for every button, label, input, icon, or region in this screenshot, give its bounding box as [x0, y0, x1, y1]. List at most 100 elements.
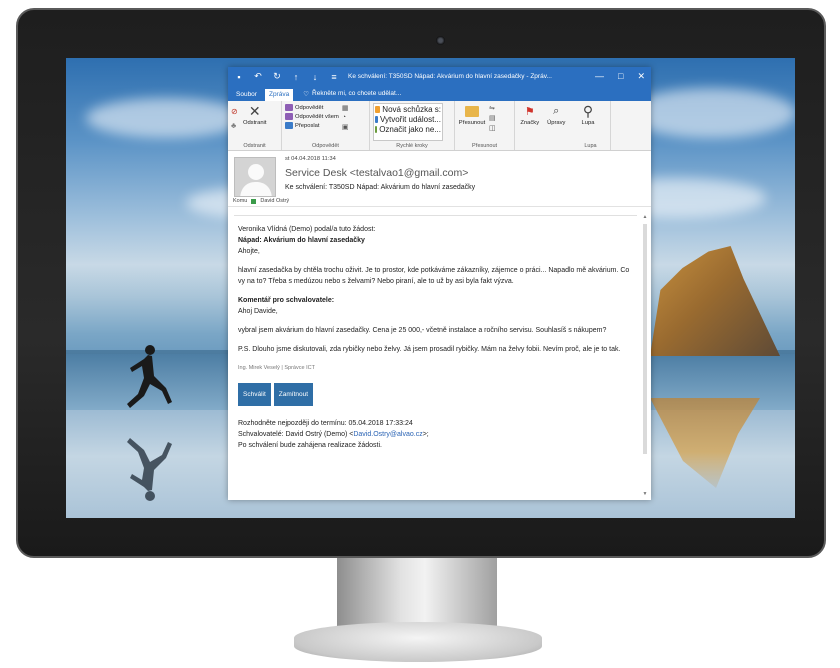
down-arrow-icon[interactable]: ↓: [310, 72, 320, 82]
lightbulb-icon: ♡: [303, 91, 310, 98]
sender-avatar: [234, 157, 276, 197]
tab-file[interactable]: Soubor: [232, 89, 261, 101]
meeting-icon[interactable]: ▦: [342, 104, 349, 112]
scroll-down-icon[interactable]: ▼: [641, 491, 649, 497]
scroll-up-icon[interactable]: ▲: [641, 214, 649, 220]
quick-step-mark[interactable]: Označit jako ne...: [375, 125, 441, 134]
ribbon-group-delete: ⊘ ♣ ✕ Odstranit Odstranit: [228, 101, 282, 150]
zoom-label: Lupa: [581, 120, 595, 126]
after-approval-note: Po schválení bude zahájena realizace žád…: [238, 442, 382, 449]
group-label-delete: Odstranit: [243, 143, 266, 149]
reply-button[interactable]: Odpovědět: [285, 104, 339, 111]
tags-label: Značky: [520, 120, 540, 126]
delete-button[interactable]: ✕ Odstranit: [241, 103, 269, 141]
comment-heading: Komentář pro schvalovatele:: [238, 297, 335, 304]
message-date: st 04.04.2018 11:34: [285, 156, 336, 162]
ignore-icon[interactable]: ⊘: [231, 107, 238, 116]
ribbon-group-zoom: ⚲ Lupa Lupa: [571, 101, 611, 150]
quick-step-label: Nová schůzka s:: [382, 105, 441, 114]
junk-icon[interactable]: ♣: [231, 121, 238, 130]
message-header: st 04.04.2018 11:34 Service Desk <testal…: [228, 151, 651, 207]
reply-all-button[interactable]: Odpovědět všem: [285, 113, 339, 120]
onenote-icon[interactable]: ▤: [489, 114, 496, 122]
forward-button[interactable]: Přeposlat: [285, 122, 339, 129]
up-arrow-icon[interactable]: ↑: [291, 72, 301, 82]
ribbon-group-respond: Odpovědět Odpovědět všem Přeposlat ▦ ◔ ▣…: [282, 101, 370, 150]
delete-icon: ✕: [248, 102, 261, 119]
scrollbar-thumb[interactable]: [643, 224, 647, 454]
to-label: Komu: [233, 198, 248, 204]
person-icon: [240, 164, 272, 196]
quick-step-new-meeting[interactable]: Nová schůzka s:: [375, 105, 441, 114]
forward-label: Přeposlat: [295, 122, 320, 129]
quick-step-label: Vytvořit událost...: [379, 115, 441, 124]
edit-label: Úpravy: [547, 120, 566, 126]
quick-steps-gallery: Nová schůzka s: Vytvořit událost... Ozna…: [373, 103, 443, 141]
webcam-icon: [436, 36, 445, 45]
maximize-button[interactable]: □: [618, 71, 623, 82]
recipient-name[interactable]: David Ostrý: [260, 198, 289, 204]
reply-icon: [285, 104, 293, 111]
customize-toolbar-icon[interactable]: ≡: [329, 72, 339, 82]
message-scrollbar[interactable]: ▲ ▼: [641, 214, 649, 497]
deadline: Rozhodněte nejpozději do termínu: 05.04.…: [238, 420, 413, 427]
undo-icon[interactable]: ↶: [253, 71, 263, 82]
message-sender[interactable]: Service Desk <testalvao1@gmail.com>: [285, 167, 468, 179]
ribbon-group-quick-steps: Nová schůzka s: Vytvořit událost... Ozna…: [370, 101, 455, 150]
find-icon: ⌕: [553, 104, 560, 117]
message-subject: Ke schválení: T350SD Nápad: Akvárium do …: [285, 184, 476, 191]
runner-reflection: [127, 438, 172, 501]
presence-icon: [251, 198, 257, 204]
comment-greeting: Ahoj Davide,: [238, 308, 278, 315]
event-icon: [375, 116, 378, 123]
redo-icon[interactable]: ↻: [272, 71, 282, 82]
group-label-zoom: Lupa: [584, 143, 597, 149]
group-label-quick-steps: Rychlé kroky: [396, 143, 428, 149]
approvers-line: Schvalovatelé: David Ostrý (Demo) <David…: [238, 429, 630, 440]
approval-buttons: Schválit Zamítnout: [238, 383, 630, 406]
minimize-button[interactable]: —: [595, 71, 604, 82]
save-icon[interactable]: ▪: [234, 72, 244, 82]
reply-all-icon: [285, 113, 293, 120]
move-button[interactable]: Přesunout: [458, 103, 486, 141]
message-body: Veronika Vlídná (Demo) podal/a tuto žádo…: [238, 224, 630, 451]
ribbon-group-tags-edit: ⚑ Značky ⌕ Úpravy: [515, 101, 571, 150]
zoom-button[interactable]: ⚲ Lupa: [574, 103, 602, 141]
edit-button[interactable]: ⌕ Úpravy: [545, 103, 569, 141]
group-label-move: Přesunout: [471, 143, 498, 149]
quick-step-create-event[interactable]: Vytvořit událost...: [375, 115, 441, 124]
rules-icon[interactable]: ⇋: [489, 104, 496, 112]
approver-email-link[interactable]: David.Ostry@alvao.cz: [353, 431, 422, 438]
reply-all-label: Odpovědět všem: [295, 113, 339, 120]
ribbon-group-move: Přesunout ⇋ ▤ ◫ Přesunout: [455, 101, 515, 150]
im-icon[interactable]: ◔: [342, 114, 349, 121]
folder-icon: [464, 103, 480, 119]
tell-me-search[interactable]: ♡ Řekněte mi, co chcete udělat...: [297, 88, 407, 101]
mark-icon: [375, 126, 378, 133]
greeting: Ahojte,: [238, 248, 260, 255]
more-respond-icon[interactable]: ▣: [342, 123, 349, 131]
approvers-suffix: >;: [422, 431, 429, 438]
title-bar: ▪ ↶ ↻ ↑ ↓ ≡ Ke schválení: T350SD Nápad: …: [228, 67, 651, 86]
comment-text: vybral jsem akvárium do hlavní zasedačky…: [238, 327, 607, 334]
approvers-prefix: Schvalovatelé: David Ostrý (Demo) <: [238, 431, 354, 438]
ribbon-tabs: Soubor Zpráva ♡ Řekněte mi, co chcete ud…: [228, 86, 651, 101]
approve-button[interactable]: Schválit: [238, 383, 271, 406]
window-title: Ke schválení: T350SD Nápad: Akvárium do …: [348, 73, 552, 80]
rock-formation: [650, 246, 780, 356]
request-description: hlavní zasedačka by chtěla trochu oživit…: [238, 267, 630, 285]
monitor-stand-base: [294, 622, 542, 662]
runner-silhouette: [127, 345, 172, 408]
ribbon: ⊘ ♣ ✕ Odstranit Odstranit Odpovědět Odpo…: [228, 101, 651, 151]
reply-label: Odpovědět: [295, 104, 324, 111]
reject-button[interactable]: Zamítnout: [273, 383, 314, 406]
tags-button[interactable]: ⚑ Značky: [518, 103, 542, 141]
request-title: Nápad: Akvárium do hlavní zasedačky: [238, 237, 365, 244]
tab-message[interactable]: Zpráva: [264, 89, 294, 101]
close-button[interactable]: ✕: [637, 71, 645, 82]
move-label: Přesunout: [458, 120, 486, 126]
actions-icon[interactable]: ◫: [489, 124, 496, 132]
message-recipients: Komu David Ostrý: [233, 198, 289, 204]
delete-label: Odstranit: [242, 120, 267, 126]
outlook-message-window: ▪ ↶ ↻ ↑ ↓ ≡ Ke schválení: T350SD Nápad: …: [228, 67, 651, 500]
